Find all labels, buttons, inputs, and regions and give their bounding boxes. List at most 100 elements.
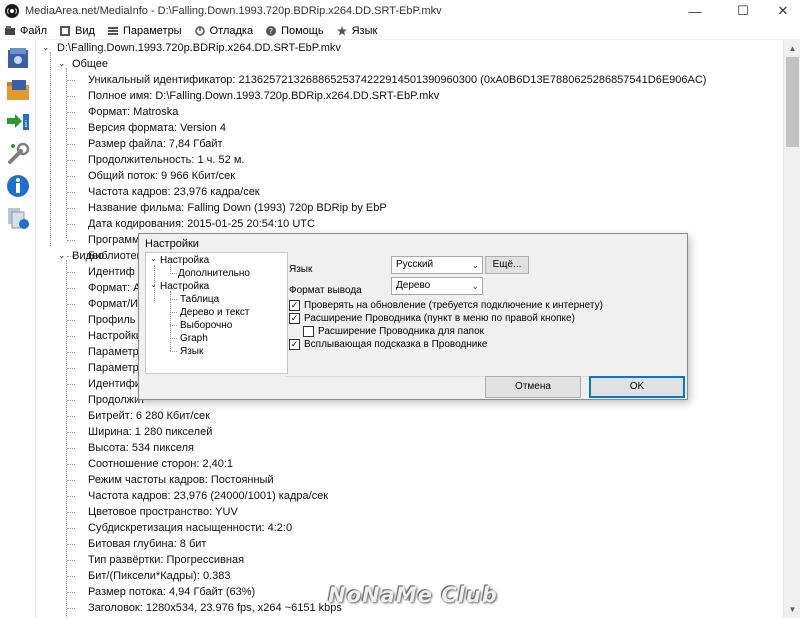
ok-button[interactable]: OK [589,376,685,398]
tree-video-header[interactable]: Видео [72,248,104,264]
general-field-row[interactable]: Формат: Matroska [88,104,178,120]
minimize-button[interactable]: — [678,0,712,22]
general-field-row[interactable]: Общий поток: 9 966 Кбит/сек [88,168,235,184]
scroll-down-arrow-icon[interactable]: ▼ [784,601,800,618]
tree-root-item[interactable]: D:\Falling.Down.1993.720p.BDRip.x264.DD.… [57,40,341,56]
menu-debug-label: Отладка [209,24,254,37]
tree-guide [67,112,75,113]
video-field-row[interactable]: Продолжит [88,392,145,408]
general-field-row[interactable]: Название фильма: Falling Down (1993) 720… [88,200,387,216]
menu-options[interactable]: Параметры [103,22,190,40]
video-field-row[interactable]: Идентиф [88,264,135,280]
tree-guide [67,400,75,401]
settings-group1-toggle[interactable]: ⌄ [150,254,157,263]
general-field-row[interactable]: Дата кодирования: 2015-01-25 20:54:10 UT… [88,216,315,232]
general-field-row[interactable]: Размер файла: 7,84 Гбайт [88,136,223,152]
settings-tree-guide [170,351,177,352]
tree-guide [67,432,75,433]
preferences-button[interactable] [4,140,32,168]
general-field-row[interactable]: Версия формата: Version 4 [88,120,226,136]
video-field-row[interactable]: Частота кадров: 23,976 (24000/1001) кадр… [88,488,328,504]
menu-view-label: Вид [75,24,95,37]
language-select[interactable]: Русский ⌄ [391,256,483,274]
tree-guide [67,160,75,161]
menu-file[interactable]: Файл [0,22,55,40]
video-field-row[interactable]: Соотношение сторон: 2,40:1 [88,456,233,472]
tree-general-header[interactable]: Общее [72,56,108,72]
open-file-button[interactable] [4,44,32,72]
menu-debug[interactable]: Отладка [190,22,261,40]
settings-graph-item[interactable]: Graph [180,332,208,345]
video-field-row[interactable]: Битрейт: 6 280 Кбит/сек [88,408,210,424]
settings-custom-item[interactable]: Выборочно [180,319,232,332]
video-field-row[interactable]: Субдискретизация насыщенности: 4:2:0 [88,520,292,536]
settings-dialog: Настройки ⌄ Настройка Дополнительно ⌄ На… [138,233,688,400]
watermark-text: NoNaMe Club [328,583,498,607]
settings-treetext-item[interactable]: Дерево и текст [180,306,249,319]
video-field-row[interactable]: Тип развёртки: Прогрессивная [88,552,244,568]
open-folder-button[interactable] [4,76,32,104]
options-icon [107,25,119,37]
language-icon [336,25,348,37]
settings-tree[interactable]: ⌄ Настройка Дополнительно ⌄ Настройка Та… [145,252,288,374]
general-field-row[interactable]: Уникальный идентификатор: 21362572132688… [88,72,706,88]
tree-guide [67,288,75,289]
tree-guide [67,608,75,609]
menu-file-label: Файл [20,24,48,37]
explorer-tooltip-checkbox[interactable]: ✓ Всплывающая подсказка в Проводнике [289,338,487,351]
settings-group1[interactable]: Настройка [160,254,209,267]
explorer-extension-checkbox[interactable]: ✓ Расширение Проводника (пункт в меню по… [289,312,575,325]
video-field-row[interactable]: Размер потока: 4,94 Гбайт (63%) [88,584,255,600]
help-icon: ? [265,25,277,37]
menu-help[interactable]: ? Помощь [261,22,332,40]
vertical-scrollbar[interactable]: ▲ ▼ [783,40,800,618]
video-field-row[interactable]: Высота: 534 пикселя [88,440,194,456]
more-languages-button[interactable]: Ещё... [485,256,529,274]
tree-guide [67,544,75,545]
general-field-row[interactable]: Частота кадров: 23,976 кадра/сек [88,184,260,200]
check-updates-checkbox[interactable]: ✓ Проверять на обновление (требуется под… [289,299,603,312]
settings-table-item[interactable]: Таблица [180,293,219,306]
scroll-thumb[interactable] [786,57,799,147]
scroll-up-arrow-icon[interactable]: ▲ [784,40,800,57]
video-field-row[interactable]: Цветовое пространство: YUV [88,504,238,520]
settings-group2[interactable]: Настройка [160,280,209,293]
tree-guide [66,68,67,238]
video-field-row[interactable]: Режим частоты кадров: Постоянный [88,472,274,488]
maximize-button[interactable]: ☐ [726,0,760,22]
about-button[interactable] [4,172,32,200]
video-field-row[interactable]: Заголовок: 1280x534, 23.976 fps, x264 ~6… [88,600,342,616]
checkbox-empty-icon [303,326,314,337]
cancel-button[interactable]: Отмена [485,376,581,398]
tree-guide [67,144,75,145]
tree-guide [67,384,75,385]
video-field-row[interactable]: Бит/(Пиксели*Кадры): 0.383 [88,568,230,584]
debug-icon [194,25,206,37]
title-bar: MediaArea.net/MediaInfo - D:\Falling.Dow… [0,0,800,22]
general-field-row[interactable]: Полное имя: D:\Falling.Down.1993.720p.BD… [88,88,439,104]
video-field-row[interactable]: Битовая глубина: 8 бит [88,536,206,552]
settings-language-item[interactable]: Язык [180,345,203,358]
close-button[interactable]: ✕ [766,0,800,22]
tree-guide [67,480,75,481]
collapse-video-toggle[interactable]: ⌄ [58,251,67,260]
export-icon: i [7,114,29,130]
collapse-general-toggle[interactable]: ⌄ [58,59,67,68]
settings-advanced-item[interactable]: Дополнительно [178,267,250,280]
tree-guide [67,320,75,321]
settings-group2-toggle[interactable]: ⌄ [150,280,157,289]
check-updates-label: Проверять на обновление (требуется подкл… [304,300,603,311]
folder-extension-checkbox[interactable]: Расширение Проводника для папок [303,325,484,338]
export-button[interactable]: i [4,108,32,136]
window-title: MediaArea.net/MediaInfo - D:\Falling.Dow… [25,5,442,17]
collapse-root-toggle[interactable]: ⌄ [42,43,51,52]
menu-view[interactable]: Вид [55,22,103,40]
check-update-button[interactable] [4,204,32,232]
video-field-row[interactable]: Ширина: 1 280 пикселей [88,424,212,440]
menu-language[interactable]: Язык [332,22,386,40]
tree-guide [67,304,75,305]
output-format-select[interactable]: Дерево ⌄ [391,277,483,295]
chevron-down-icon: ⌄ [471,260,479,270]
checkbox-check-icon: ✓ [289,313,300,324]
general-field-row[interactable]: Продолжительность: 1 ч. 52 м. [88,152,244,168]
